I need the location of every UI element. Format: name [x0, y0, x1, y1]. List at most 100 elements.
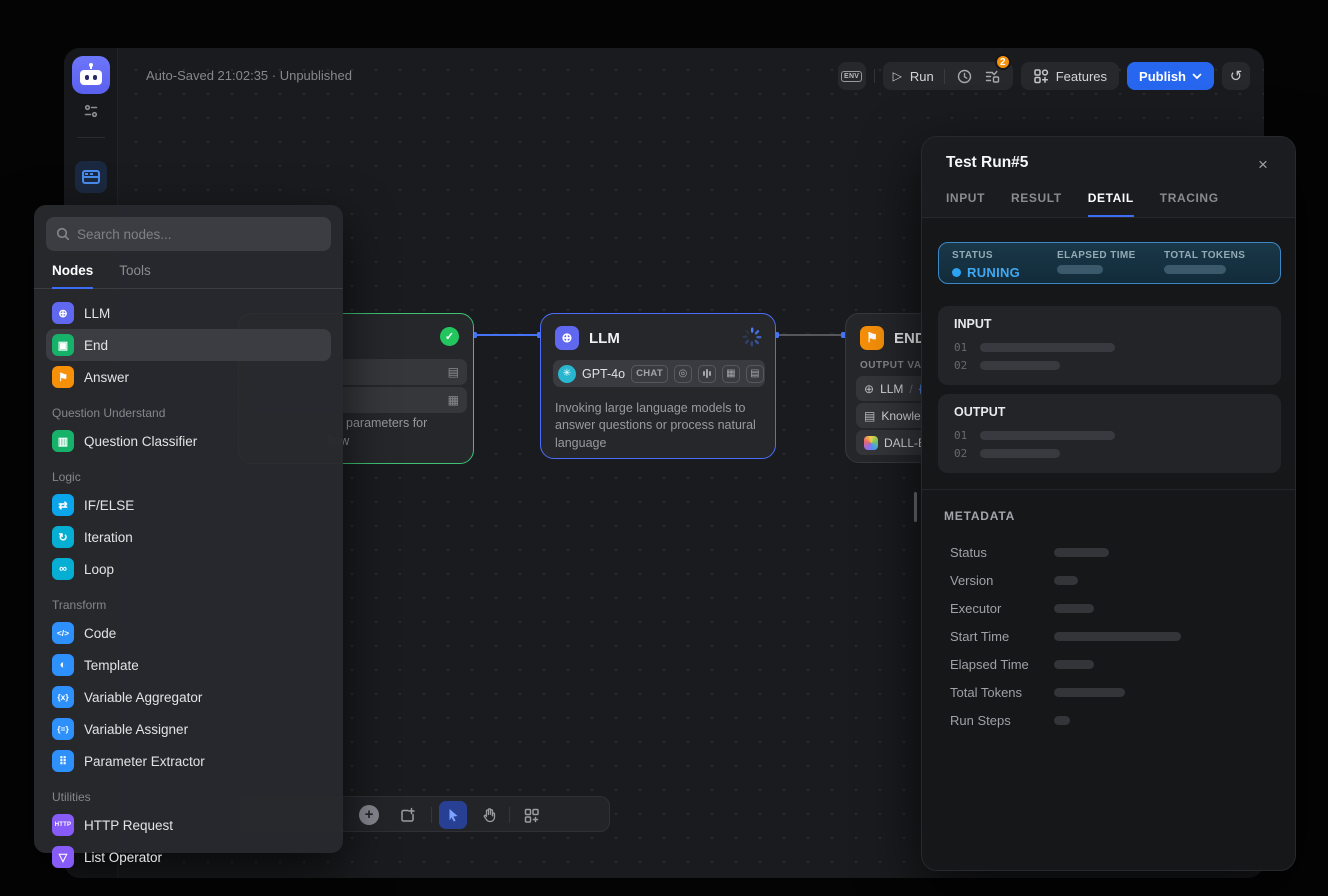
checklist-button[interactable]: 2: [983, 66, 1003, 86]
run-history-button[interactable]: [955, 66, 975, 86]
node-item-end[interactable]: ▣ End: [46, 329, 331, 361]
canvas-scrollbar-thumb[interactable]: [914, 492, 917, 522]
add-node-button[interactable]: +: [359, 805, 379, 825]
publish-button[interactable]: Publish: [1127, 62, 1214, 90]
hand-tool-button[interactable]: [475, 801, 503, 829]
dalle-icon: [864, 436, 878, 450]
vision-icon: ◎: [674, 365, 692, 383]
robot-icon: [79, 64, 103, 86]
status-label: STATUS: [952, 250, 1020, 261]
llm-node[interactable]: ⊕ LLM ✳: [540, 313, 776, 459]
skeleton-bar: [980, 361, 1060, 370]
settings-sliders-icon[interactable]: [83, 103, 99, 119]
skeleton-bar: [1054, 632, 1181, 641]
input-card: INPUT 01 02: [938, 306, 1281, 385]
search-icon: [56, 227, 70, 241]
field-type-icon: ▦: [448, 393, 459, 407]
env-variables-button[interactable]: ENV: [838, 62, 866, 90]
audio-icon: [698, 365, 716, 383]
node-item-parameter-extractor[interactable]: ⠿ Parameter Extractor: [46, 745, 331, 777]
row-number: 02: [954, 359, 967, 372]
workflow-editor: ✓ ▤ ▦ parameters for flow ⊕ LLM: [0, 0, 1328, 896]
topbar-divider: [874, 69, 875, 83]
tab-result[interactable]: RESULT: [1011, 191, 1062, 217]
topbar-controls: ENV ▷ Run 2: [838, 62, 1250, 90]
status-value: RUNING: [967, 265, 1020, 280]
http-request-icon: HTTP: [52, 814, 74, 836]
variable-name: DALL-E: [884, 436, 926, 450]
loop-icon: ∞: [52, 558, 74, 580]
node-item-variable-assigner[interactable]: {=} Variable Assigner: [46, 713, 331, 745]
node-item-http-request[interactable]: HTTP HTTP Request: [46, 809, 331, 841]
tab-input[interactable]: INPUT: [946, 191, 985, 217]
llm-node-title: LLM: [589, 330, 620, 347]
row-number: 01: [954, 341, 967, 354]
answer-icon: ⚑: [52, 366, 74, 388]
run-panel-tabs: INPUT RESULT DETAIL TRACING: [946, 191, 1219, 217]
run-button[interactable]: Run: [910, 69, 934, 84]
checklist-badge: 2: [995, 54, 1011, 70]
node-item-list-operator[interactable]: ▽ List Operator: [46, 841, 331, 873]
toolbar-divider: [431, 807, 432, 823]
end-icon: ▣: [52, 334, 74, 356]
ifelse-icon: ⇄: [52, 494, 74, 516]
node-list: ⊕ LLM ▣ End ⚑ Answer Question Understand…: [46, 297, 331, 873]
tab-detail[interactable]: DETAIL: [1088, 191, 1134, 217]
node-item-label: End: [84, 338, 108, 353]
version-history-button[interactable]: ↺: [1222, 62, 1250, 90]
node-item-label: Answer: [84, 370, 129, 385]
metadata-label: Total Tokens: [950, 685, 1054, 700]
skeleton-bar: [1054, 548, 1109, 557]
preview-panel-button[interactable]: [75, 161, 107, 193]
pointer-tool-button[interactable]: [439, 801, 467, 829]
close-button[interactable]: ×: [1251, 153, 1275, 177]
node-item-question-classifier[interactable]: ▥ Question Classifier: [46, 425, 331, 457]
search-input[interactable]: [77, 227, 321, 242]
node-item-llm[interactable]: ⊕ LLM: [46, 297, 331, 329]
llm-icon: ⊕: [52, 302, 74, 324]
section-question-understand: Question Understand: [52, 406, 325, 420]
tab-tools[interactable]: Tools: [119, 263, 151, 288]
metadata-title: METADATA: [944, 509, 1015, 523]
run-button-group: ▷ Run 2: [883, 62, 1013, 90]
elapsed-time-label: ELAPSED TIME: [1057, 250, 1136, 261]
tab-tracing[interactable]: TRACING: [1160, 191, 1219, 217]
field-type-icon: ▤: [448, 365, 459, 379]
model-selector[interactable]: ✳ GPT-4o CHAT ◎ ▦ ▤: [553, 360, 765, 387]
llm-node-icon: ⊕: [555, 326, 579, 350]
separator: /: [909, 382, 912, 396]
search-box[interactable]: [46, 217, 331, 251]
node-item-label: Iteration: [84, 530, 133, 545]
node-item-label: Template: [84, 658, 139, 673]
run-panel-header: Test Run#5 × INPUT RESULT DETAIL TRACING: [922, 137, 1295, 218]
running-dot-icon: [952, 268, 961, 277]
app-icon[interactable]: [72, 56, 110, 94]
node-item-variable-aggregator[interactable]: {x} Variable Aggregator: [46, 681, 331, 713]
node-item-answer[interactable]: ⚑ Answer: [46, 361, 331, 393]
node-item-template[interactable]: ◐ Template: [46, 649, 331, 681]
panel-tabs: Nodes Tools: [34, 263, 343, 289]
node-item-label: Variable Assigner: [84, 722, 188, 737]
metadata-label: Status: [950, 545, 1054, 560]
skeleton-bar: [1057, 265, 1103, 274]
node-item-label: HTTP Request: [84, 818, 173, 833]
code-icon: </>: [52, 622, 74, 644]
node-item-label: Question Classifier: [84, 434, 197, 449]
group-divider: [944, 69, 945, 84]
node-item-code[interactable]: </> Code: [46, 617, 331, 649]
add-note-button[interactable]: [393, 801, 421, 829]
organize-nodes-button[interactable]: [517, 801, 545, 829]
node-item-loop[interactable]: ∞ Loop: [46, 553, 331, 585]
node-item-label: Code: [84, 626, 116, 641]
node-item-ifelse[interactable]: ⇄ IF/ELSE: [46, 489, 331, 521]
node-item-label: Loop: [84, 562, 114, 577]
document-icon: ▤: [746, 365, 764, 383]
edge-llm-to-end: [776, 334, 844, 336]
skeleton-bar: [1054, 688, 1125, 697]
features-button[interactable]: Features: [1021, 62, 1119, 90]
node-item-iteration[interactable]: ↻ Iteration: [46, 521, 331, 553]
tab-nodes[interactable]: Nodes: [52, 263, 93, 289]
total-tokens-label: TOTAL TOKENS: [1164, 250, 1245, 261]
output-card: OUTPUT 01 02: [938, 394, 1281, 473]
llm-node-description: Invoking large language models to answer…: [555, 400, 763, 452]
